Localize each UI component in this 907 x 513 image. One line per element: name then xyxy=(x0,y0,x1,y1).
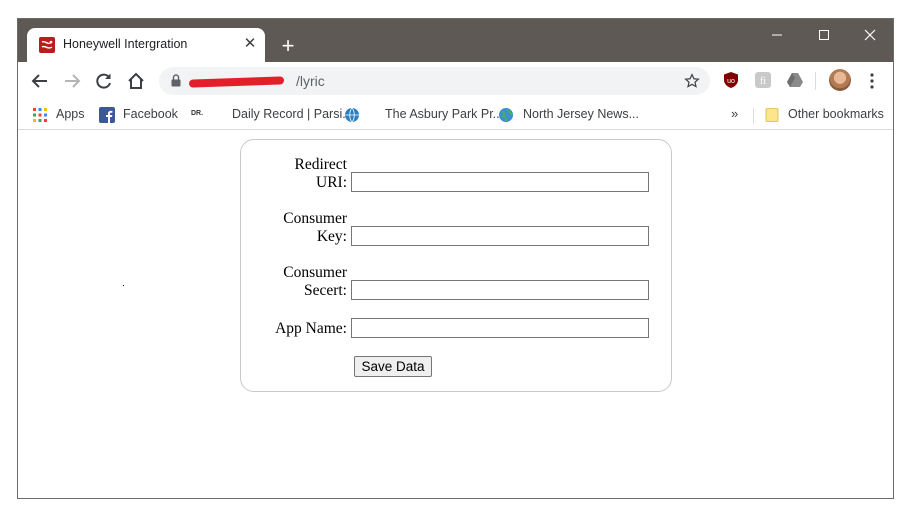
svg-text:uo: uo xyxy=(727,78,735,85)
dr-icon: DR. xyxy=(191,110,204,117)
bookmarks-divider xyxy=(753,108,754,124)
menu-more-icon[interactable] xyxy=(866,70,878,92)
consumer-key-input[interactable] xyxy=(351,226,649,246)
facebook-icon xyxy=(99,107,115,123)
browser-window: Honeywell Intergration ✕ + /lyric uo fi … xyxy=(17,18,894,499)
reload-icon[interactable] xyxy=(91,69,117,93)
home-icon[interactable] xyxy=(123,69,149,93)
bookmark-label: North Jersey News... xyxy=(523,107,640,121)
site-favicon-icon xyxy=(39,37,55,53)
redirect-uri-label: Redirect URI: xyxy=(294,156,347,191)
forward-arrow-icon[interactable] xyxy=(59,69,85,93)
folder-icon xyxy=(764,107,780,123)
back-arrow-icon[interactable] xyxy=(27,69,53,93)
bookmark-label: Other bookmarks xyxy=(788,107,884,121)
redirect-uri-input[interactable] xyxy=(351,172,649,192)
svg-text:fi: fi xyxy=(760,76,766,87)
ublock-icon[interactable]: uo xyxy=(722,71,740,89)
apps-grid-icon xyxy=(32,107,48,123)
bookmarks-overflow-icon[interactable]: » xyxy=(731,106,738,121)
stray-dot xyxy=(123,285,124,286)
drive-icon[interactable] xyxy=(786,71,804,89)
tab-strip: Honeywell Intergration ✕ + xyxy=(18,19,893,62)
app-name-input[interactable] xyxy=(351,318,649,338)
bookmark-star-icon[interactable] xyxy=(683,72,701,95)
extension-fn-icon[interactable]: fi xyxy=(754,71,772,89)
tab-honeywell[interactable]: Honeywell Intergration ✕ xyxy=(27,28,265,62)
bookmark-facebook[interactable]: Facebook xyxy=(99,105,194,125)
browser-toolbar: xxxxxxxxxxxxxxx/lyric uo fi xyxy=(18,62,893,100)
window-close-icon[interactable] xyxy=(855,25,885,45)
tab-close-icon[interactable]: ✕ xyxy=(242,35,258,53)
bookmark-asbury-park[interactable]: The Asbury Park Pr... xyxy=(344,105,503,125)
bookmark-daily-record[interactable]: DR. Daily Record | Parsi... xyxy=(191,105,353,125)
consumer-secret-input[interactable] xyxy=(351,280,649,300)
globe-icon xyxy=(498,107,514,123)
tab-title: Honeywell Intergration xyxy=(63,37,188,51)
new-tab-button[interactable]: + xyxy=(277,35,299,57)
profile-avatar[interactable] xyxy=(829,69,851,91)
lock-icon xyxy=(171,74,181,92)
bookmark-label: Apps xyxy=(56,107,85,121)
address-bar[interactable]: xxxxxxxxxxxxxxx/lyric xyxy=(159,67,710,95)
toolbar-divider xyxy=(815,72,816,90)
page-content: Redirect URI: Consumer Key: Consumer Sec… xyxy=(18,130,893,498)
bookmark-label: Daily Record | Parsi... xyxy=(232,107,353,121)
bookmark-north-jersey[interactable]: North Jersey News... xyxy=(498,105,648,125)
consumer-key-label: Consumer Key: xyxy=(283,210,347,245)
bookmark-apps[interactable]: Apps xyxy=(32,105,102,125)
bookmark-label: Facebook xyxy=(123,107,178,121)
settings-form: Redirect URI: Consumer Key: Consumer Sec… xyxy=(240,139,672,392)
save-data-button[interactable]: Save Data xyxy=(354,356,432,377)
maximize-icon[interactable] xyxy=(809,25,839,45)
bookmark-other-bookmarks[interactable]: Other bookmarks xyxy=(764,105,889,125)
bookmark-label: The Asbury Park Pr... xyxy=(385,107,504,121)
app-name-label: App Name: xyxy=(275,320,347,337)
consumer-secret-label: Consumer Secert: xyxy=(283,264,347,299)
bookmarks-bar: Apps Facebook DR. Daily Record | Parsi..… xyxy=(18,100,893,130)
globe-icon xyxy=(344,107,360,123)
minimize-icon[interactable] xyxy=(762,25,792,45)
